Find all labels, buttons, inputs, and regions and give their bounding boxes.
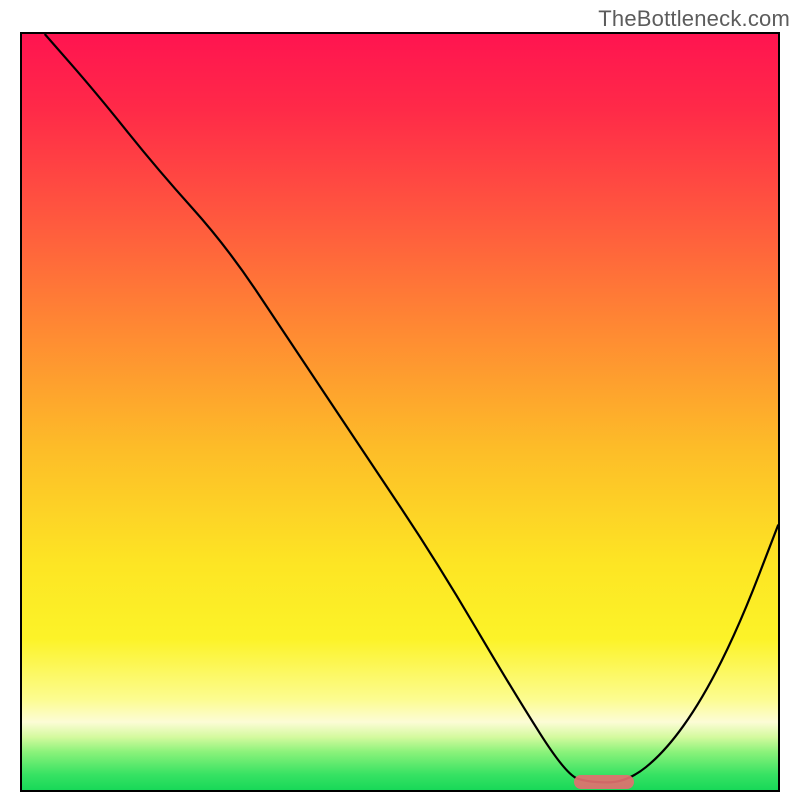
chart-frame: TheBottleneck.com	[0, 0, 800, 800]
plot-area	[20, 32, 780, 792]
ideal-zone-marker	[574, 775, 634, 789]
watermark-text: TheBottleneck.com	[598, 6, 790, 32]
bottleneck-curve	[22, 34, 778, 790]
